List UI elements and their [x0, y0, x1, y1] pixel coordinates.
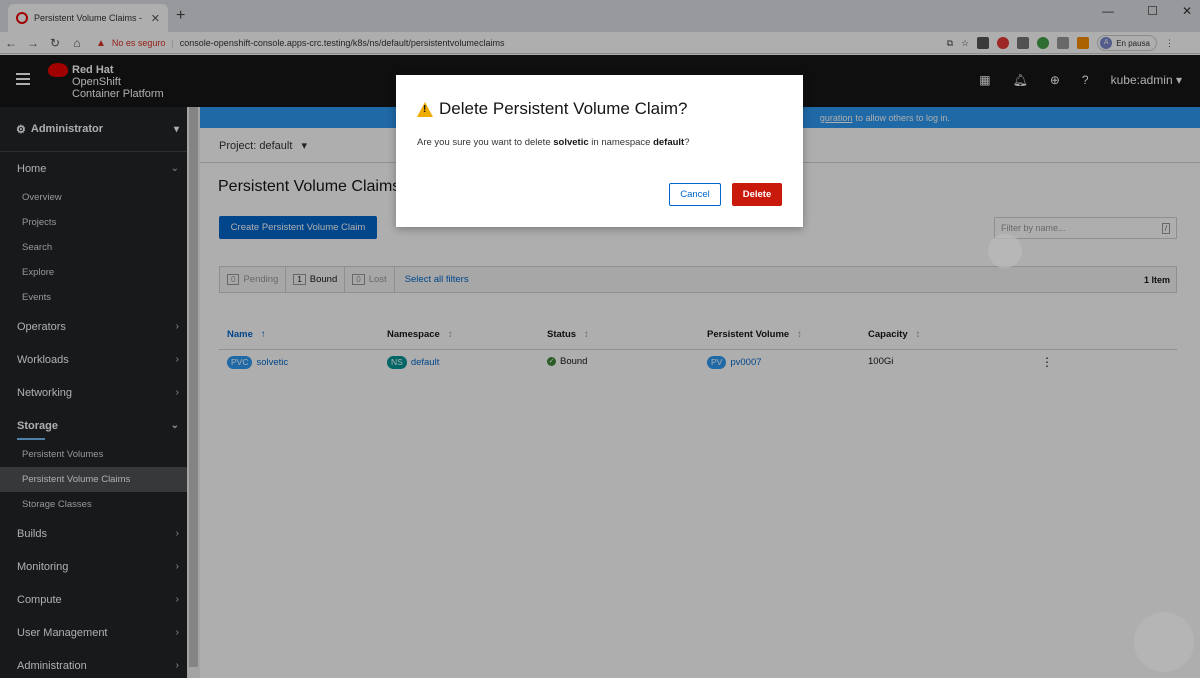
body-resource-name: solvetic: [553, 137, 589, 148]
delete-button[interactable]: Delete: [732, 183, 782, 206]
warning-triangle-icon: [417, 101, 433, 117]
body-text: Are you sure you want to delete: [417, 137, 551, 148]
modal-title: Delete Persistent Volume Claim?: [417, 99, 688, 119]
modal-body: Are you sure you want to delete solvetic…: [417, 137, 690, 148]
modal-title-text: Delete Persistent Volume Claim?: [439, 99, 688, 118]
watermark-logo: [988, 234, 1022, 268]
body-text: in namespace: [591, 137, 651, 148]
watermark-logo: [1134, 612, 1194, 672]
cancel-button[interactable]: Cancel: [669, 183, 721, 206]
delete-pvc-modal: Delete Persistent Volume Claim? Are you …: [396, 75, 803, 227]
body-text: ?: [684, 137, 690, 148]
body-namespace: default: [653, 137, 685, 148]
